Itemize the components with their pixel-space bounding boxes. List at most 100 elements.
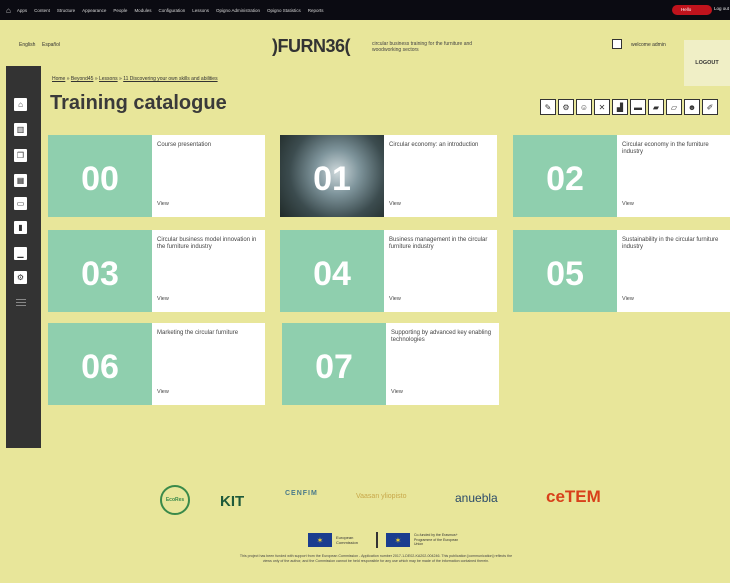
bookmark-icon[interactable]: ▮ [14,221,27,234]
eu-commission-label: European Commission [336,535,359,545]
edit-icon[interactable]: ✎ [540,99,556,115]
card-number: 03 [48,230,152,312]
admin-menu-structure[interactable]: Structure [57,8,75,13]
breadcrumb: Home » Beyond45 » Lessons » 11 Discoveri… [52,76,218,82]
calendar-icon[interactable]: ▦ [14,174,27,187]
card-title[interactable]: Circular economy: an introduction [389,142,493,149]
card-title[interactable]: Circular economy in the furniture indust… [622,142,726,156]
admin-menu-opigno-admin[interactable]: Opigno Administration [216,8,260,13]
card-title[interactable]: Marketing the circular furniture [157,330,261,337]
user-icon[interactable] [612,39,622,49]
toolbar: ✎ ⚙ ☺ ✕ ▟ ▬ ▰ ▱ ☻ ✐ [540,99,720,115]
home-icon[interactable]: ⌂ [14,98,27,111]
card-number: 00 [48,135,152,217]
breadcrumb-current[interactable]: 11 Discovering your own skills and abili… [123,76,217,82]
course-card-00[interactable]: 00 Course presentation View [48,135,265,217]
erasmus-flag-icon: ✶ [386,533,410,547]
breadcrumb-beyond[interactable]: Beyond45 [71,76,94,82]
course-card-04[interactable]: 04 Business management in the circular f… [280,230,497,312]
partner-logo-vaasa[interactable]: Vaasan yliopisto [356,493,406,500]
eu-flag-icon: ✶ [308,533,332,547]
card-view-link[interactable]: View [157,296,169,302]
card-view-link[interactable]: View [622,296,634,302]
card-title[interactable]: Course presentation [157,142,261,149]
card-info: Circular economy in the furniture indust… [617,135,730,217]
erasmus-label: Co-funded by the Erasmus+ Programme of t… [414,533,459,546]
course-card-05[interactable]: 05 Sustainability in the circular furnit… [513,230,730,312]
breadcrumb-lessons[interactable]: Lessons [99,76,118,82]
book-icon[interactable]: ▥ [14,123,27,136]
admin-menu-reports[interactable]: Reports [308,8,324,13]
welcome-text: welcome admin [631,42,666,48]
admin-menu-lessons[interactable]: Lessons [192,8,209,13]
lang-english-link[interactable]: English [19,42,35,48]
partner-logos: EcoRes KIT CENFIM Vaasan yliopisto anueb… [0,485,730,515]
card-view-link[interactable]: View [389,296,401,302]
course-card-02[interactable]: 02 Circular economy in the furniture ind… [513,135,730,217]
course-card-07[interactable]: 07 Supporting by advanced key enabling t… [282,323,499,405]
divider [376,532,378,548]
breadcrumb-home[interactable]: Home [52,76,65,82]
user-menu-button[interactable]: Hello [672,5,712,15]
card-info: Business management in the circular furn… [384,230,497,312]
card-view-link[interactable]: View [157,389,169,395]
card-number: 06 [48,323,152,405]
card-title[interactable]: Circular business model innovation in th… [157,237,261,251]
card-title[interactable]: Supporting by advanced key enabling tech… [391,330,495,344]
stats-icon[interactable]: ▟ [612,99,628,115]
pencil-icon[interactable]: ✐ [702,99,718,115]
site-tagline: circular business training for the furni… [372,41,473,53]
lang-spanish-link[interactable]: Español [42,42,60,48]
partner-logo-anuebla[interactable]: anuebla [455,491,498,505]
card-view-link[interactable]: View [391,389,403,395]
card-number: 04 [280,230,384,312]
partner-logo-kit[interactable]: KIT [220,493,244,510]
admin-menu-content[interactable]: Content [34,8,50,13]
users-icon[interactable]: ☻ [684,99,700,115]
admin-toolbar: ⌂ Apps Content Structure Appearance Peop… [0,0,730,20]
chart-icon[interactable]: ▁ [14,247,27,260]
admin-menu-people[interactable]: People [113,8,127,13]
admin-menu-configuration[interactable]: Configuration [158,8,185,13]
admin-menu-appearance[interactable]: Appearance [82,8,106,13]
cards-icon[interactable]: ❐ [14,149,27,162]
course-card-01[interactable]: 01 Circular economy: an introduction Vie… [280,135,497,217]
card-info: Supporting by advanced key enabling tech… [386,323,499,405]
card-title[interactable]: Business management in the circular furn… [389,237,493,251]
site-header: English Español )FURN36( circular busine… [0,20,730,86]
card-number: 01 [280,135,384,217]
card-icon[interactable]: ▬ [630,99,646,115]
course-card-03[interactable]: 03 Circular business model innovation in… [48,230,265,312]
logout-button[interactable]: LOGOUT [684,40,730,86]
user-icon[interactable]: ☺ [576,99,592,115]
home-icon[interactable]: ⌂ [6,6,11,15]
gears-icon[interactable]: ⚙ [14,271,27,284]
folder-icon[interactable]: ▰ [648,99,664,115]
partner-logo-cetem[interactable]: ceTEM [546,487,601,507]
logout-label: LOGOUT [695,60,719,66]
admin-menu-opigno-stats[interactable]: Opigno Statistics [267,8,301,13]
site-logo[interactable]: )FURN36( [272,36,351,57]
card-number: 05 [513,230,617,312]
partner-logo-cenfim[interactable]: CENFIM [285,490,318,497]
card-view-link[interactable]: View [389,201,401,207]
settings-icon[interactable]: ⚙ [558,99,574,115]
card-title[interactable]: Sustainability in the circular furniture… [622,237,726,251]
card-view-link[interactable]: View [622,201,634,207]
card-view-link[interactable]: View [157,201,169,207]
admin-menu-apps[interactable]: Apps [17,8,27,13]
tools-icon[interactable]: ✕ [594,99,610,115]
card-info: Circular business model innovation in th… [152,230,265,312]
user-menu-label: Hello [681,7,692,12]
admin-logout-link[interactable]: Log out [714,6,729,11]
funding-disclaimer: This project has been funded with suppor… [239,554,513,563]
card-info: Marketing the circular furniture View [152,323,265,405]
chat-icon[interactable]: ▭ [14,197,27,210]
menu-icon[interactable] [16,299,26,308]
partner-name: EcoRes [165,497,185,503]
course-card-06[interactable]: 06 Marketing the circular furniture View [48,323,265,405]
card-info: Sustainability in the circular furniture… [617,230,730,312]
folder-edit-icon[interactable]: ▱ [666,99,682,115]
partner-logo-ecores[interactable]: EcoRes [160,485,190,515]
admin-menu-modules[interactable]: Modules [134,8,151,13]
